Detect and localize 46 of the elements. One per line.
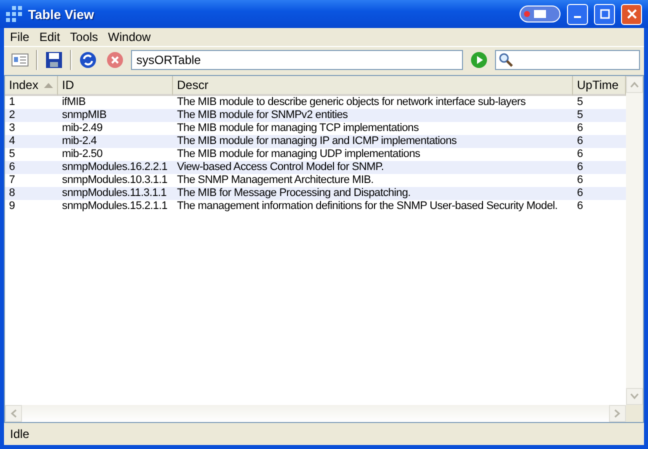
column-header[interactable]: ID bbox=[58, 76, 173, 96]
right-chevron-icon bbox=[614, 409, 621, 418]
table-cell: 6 bbox=[573, 135, 626, 148]
horizontal-scrollbar[interactable] bbox=[5, 405, 626, 422]
column-label: ID bbox=[62, 78, 74, 92]
table-cell: The MIB module for managing IP and ICMP implementations bbox=[173, 135, 573, 148]
menu-item[interactable]: Tools bbox=[66, 30, 104, 44]
column-label: UpTime bbox=[577, 78, 619, 92]
address-field[interactable]: sysORTable bbox=[131, 50, 464, 70]
column-header[interactable]: UpTime bbox=[573, 76, 626, 96]
table-cell: snmpModules.11.3.1.1 bbox=[58, 187, 173, 200]
column-label: Descr bbox=[177, 78, 208, 92]
column-header[interactable]: Descr bbox=[173, 76, 573, 96]
status-text: Idle bbox=[10, 427, 30, 441]
table-cell: snmpModules.16.2.2.1 bbox=[58, 161, 173, 174]
maximize-icon bbox=[600, 9, 610, 19]
grid-icon bbox=[6, 6, 22, 22]
table-cell: snmpMIB bbox=[58, 109, 173, 122]
table-cell: 5 bbox=[573, 109, 626, 122]
menu-item[interactable]: Edit bbox=[35, 30, 66, 44]
table-cell: View-based Access Control Model for SNMP. bbox=[173, 161, 573, 174]
close-button[interactable] bbox=[621, 4, 642, 24]
maximize-button[interactable] bbox=[594, 4, 615, 24]
table-cell: 6 bbox=[573, 161, 626, 174]
table-cell: The MIB module for SNMPv2 entities bbox=[173, 109, 573, 122]
left-chevron-icon bbox=[10, 409, 17, 418]
table-cell: 4 bbox=[5, 135, 58, 148]
capsule-icon[interactable] bbox=[519, 5, 561, 23]
column-label: Index bbox=[9, 78, 38, 92]
search-field[interactable] bbox=[495, 50, 640, 70]
table-cell: 2 bbox=[5, 109, 58, 122]
menu-item[interactable]: Window bbox=[104, 30, 157, 44]
minimize-button[interactable] bbox=[567, 4, 588, 24]
table-cell: The MIB for Message Processing and Dispatching. bbox=[173, 187, 573, 200]
vertical-scrollbar[interactable] bbox=[626, 76, 643, 405]
down-chevron-icon bbox=[630, 393, 639, 400]
table-cell: 8 bbox=[5, 187, 58, 200]
column-header[interactable]: Index bbox=[5, 76, 58, 96]
table-cell: 6 bbox=[5, 161, 58, 174]
close-icon bbox=[626, 9, 636, 19]
up-chevron-icon bbox=[630, 81, 639, 88]
search-icon bbox=[498, 52, 514, 68]
table-cell: 6 bbox=[573, 187, 626, 200]
table-cell: mib-2.4 bbox=[58, 135, 173, 148]
window-title: Table View bbox=[28, 6, 95, 22]
menu-item[interactable]: File bbox=[6, 30, 36, 44]
